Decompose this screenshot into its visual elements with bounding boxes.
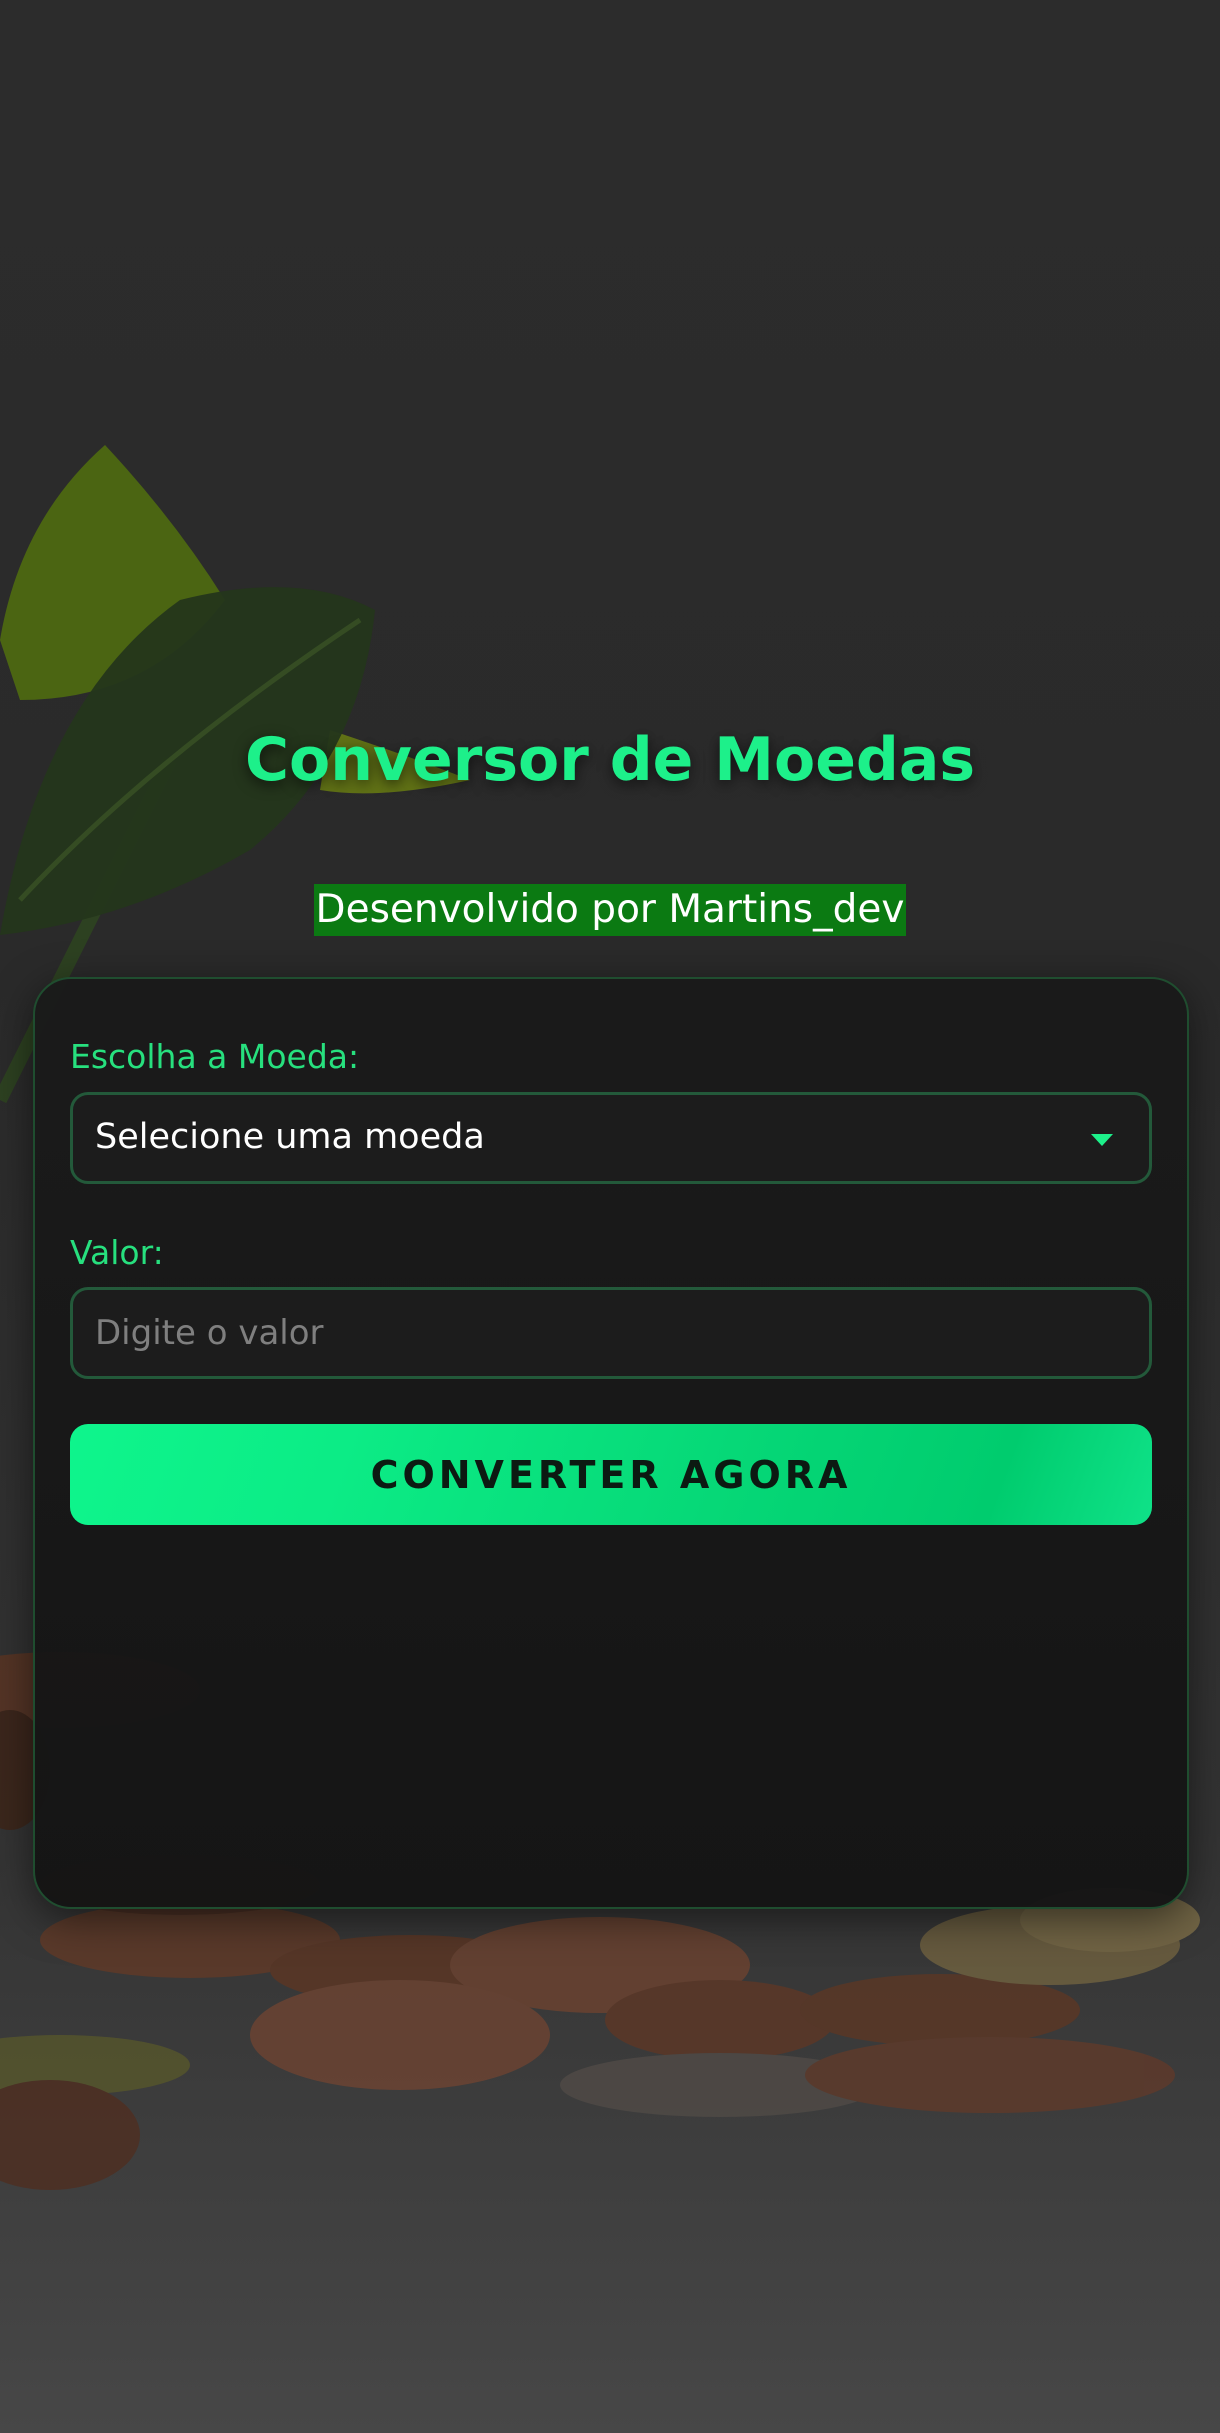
value-input[interactable] [70,1287,1152,1379]
currency-select-value: Selecione uma moeda [95,1117,485,1157]
currency-select[interactable]: Selecione uma moeda [70,1092,1152,1184]
currency-label: Escolha a Moeda: [70,1037,360,1076]
value-label: Valor: [70,1233,164,1272]
caret-down-icon [1091,1134,1113,1146]
developer-credit: Desenvolvido por Martins_dev [313,884,907,936]
convert-button[interactable]: CONVERTER AGORA [70,1424,1152,1525]
credit-wrapper: Desenvolvido por Martins_dev [0,884,1220,936]
page-title: Conversor de Moedas [244,725,976,795]
converter-card: Escolha a Moeda: Selecione uma moeda Val… [33,977,1189,1909]
